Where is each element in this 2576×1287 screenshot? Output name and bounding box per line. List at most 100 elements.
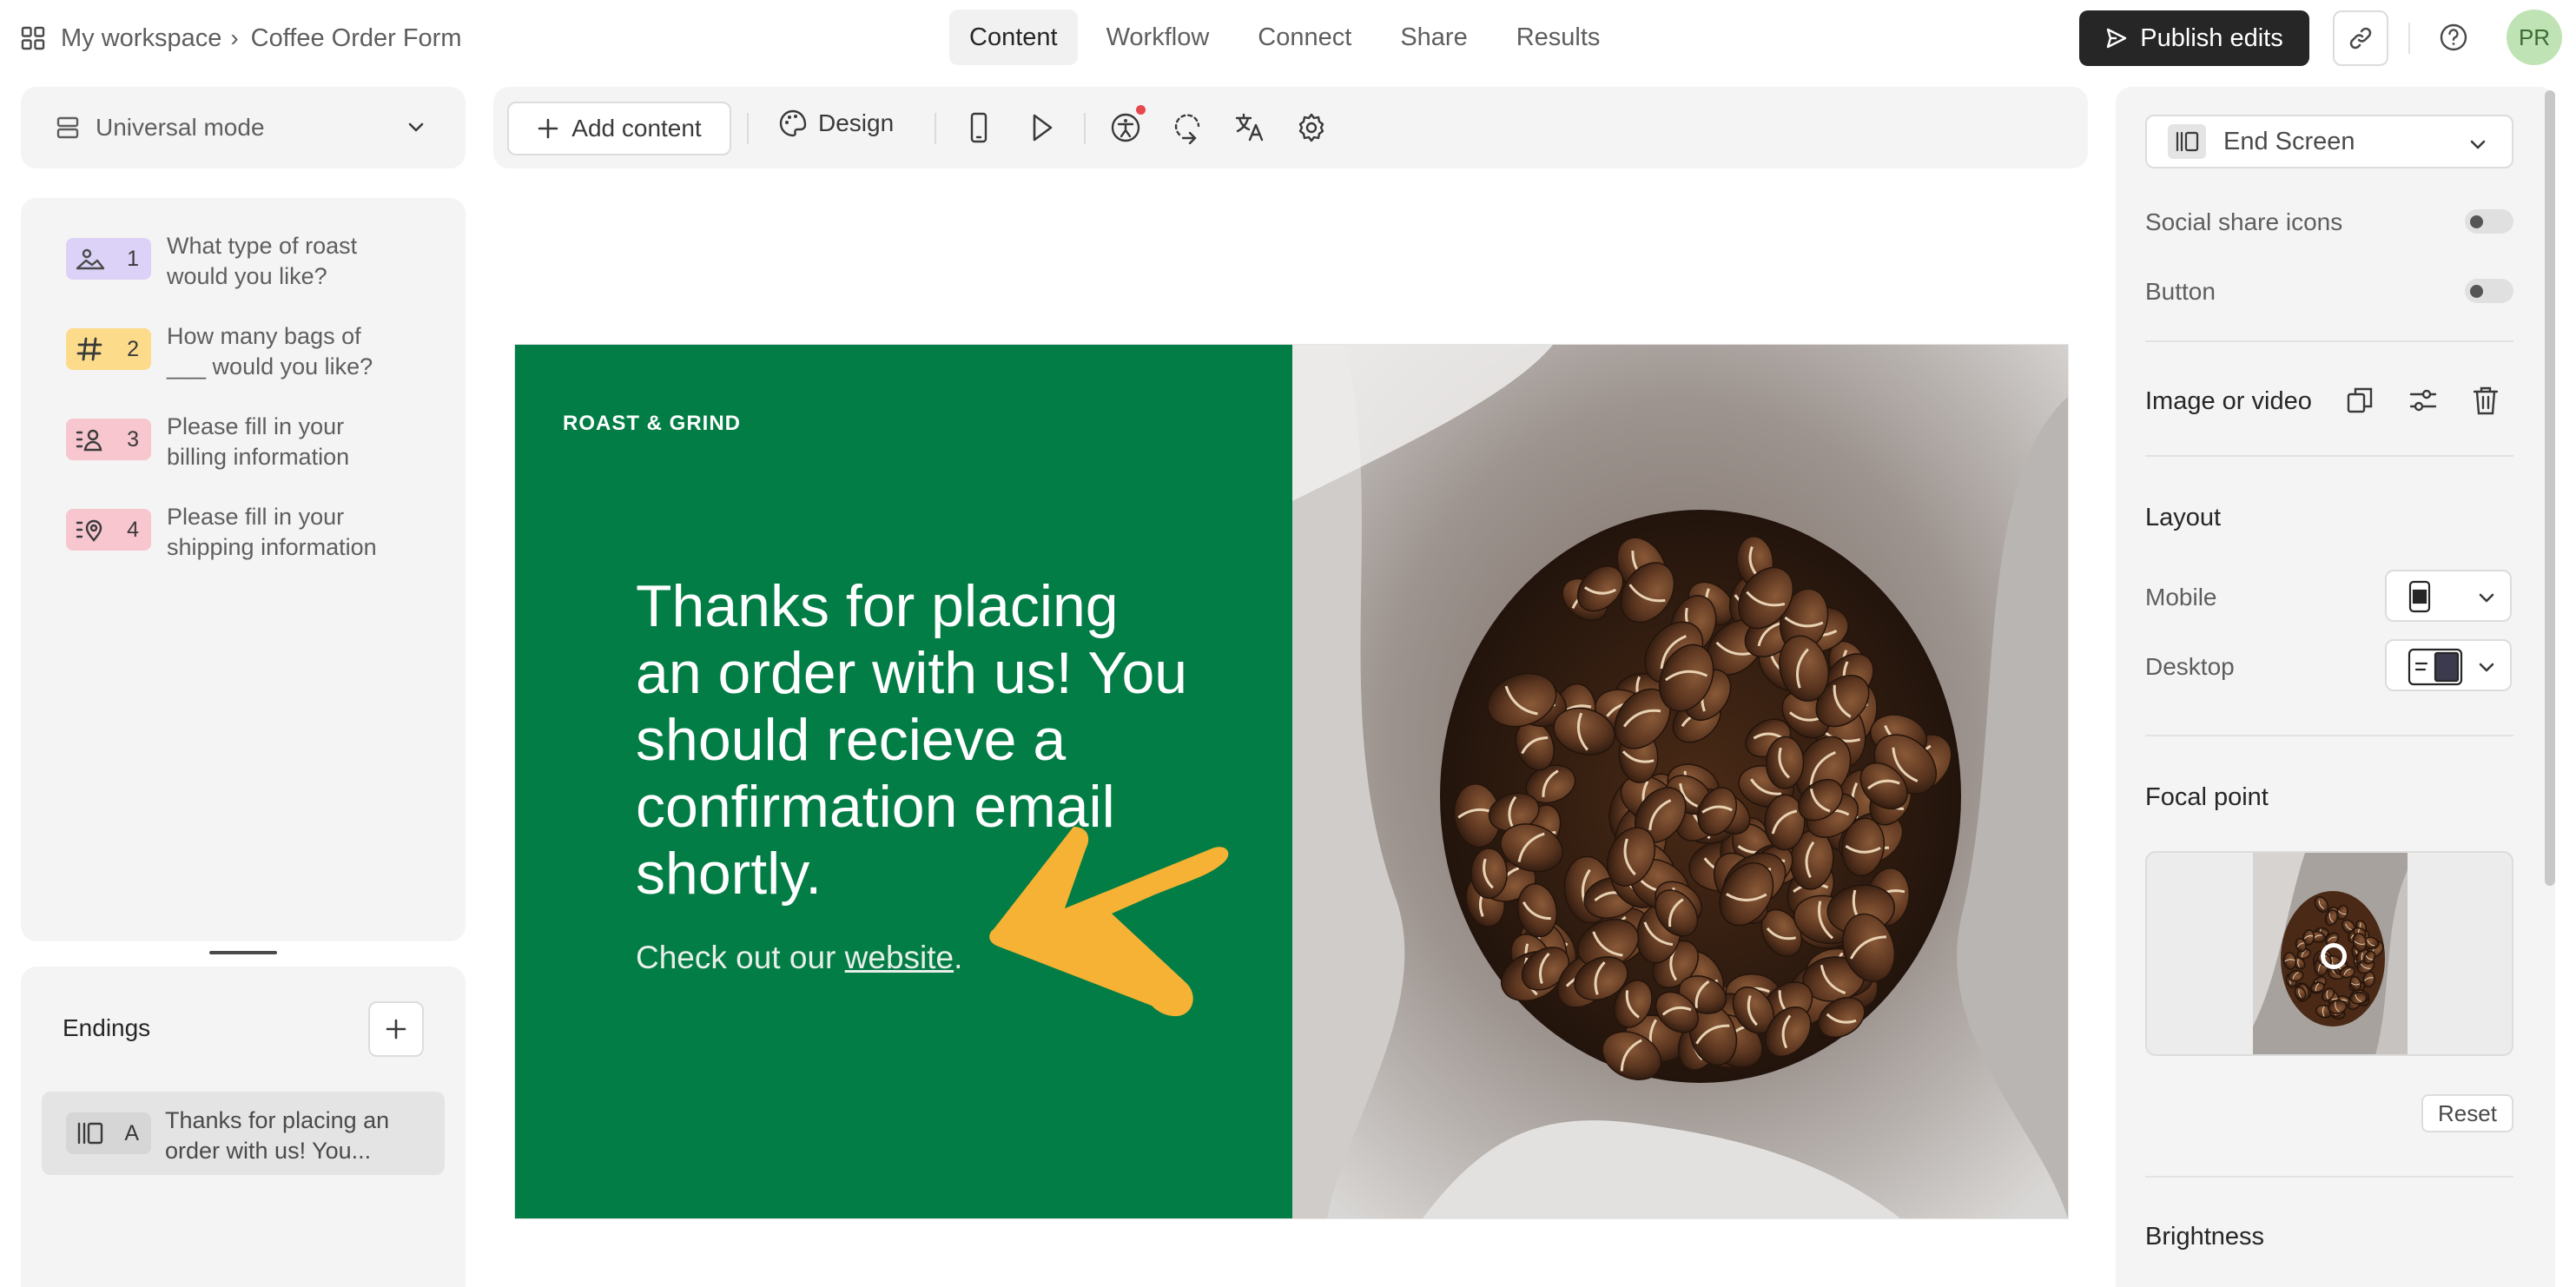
chevron-down-icon: [2467, 133, 2489, 155]
editor-toolbar: [493, 87, 2088, 168]
avatar[interactable]: PR: [2507, 10, 2562, 65]
desktop-layout-label: Desktop: [2145, 653, 2235, 680]
help-icon[interactable]: [2439, 23, 2468, 52]
breadcrumb-workspace-link[interactable]: My workspace: [61, 24, 221, 53]
accessibility-icon[interactable]: [1110, 111, 1141, 144]
mode-selector[interactable]: Universal mode: [21, 87, 466, 168]
breadcrumb-separator: ›: [230, 24, 239, 51]
contact-info-icon: [75, 426, 106, 452]
focal-point-marker[interactable]: [2321, 943, 2347, 969]
list-item[interactable]: 4 Please fill in your shipping informati…: [66, 504, 393, 563]
mobile-layout-label: Mobile: [2145, 584, 2217, 610]
publish-label: Publish edits: [2140, 23, 2283, 52]
list-item[interactable]: 2 How many bags of ___ would you like?: [66, 323, 393, 382]
form-name[interactable]: Coffee Order Form: [251, 24, 462, 53]
desktop-layout-select[interactable]: [2385, 639, 2512, 691]
workspace-grid-icon[interactable]: [21, 26, 45, 50]
toolbar-divider: [747, 113, 749, 144]
button-toggle[interactable]: [2465, 279, 2513, 303]
design-button[interactable]: Design: [778, 109, 894, 138]
question-text: How many bags of ___ would you like?: [167, 323, 373, 380]
copy-link-button[interactable]: [2333, 10, 2388, 66]
picture-choice-icon: [75, 246, 106, 272]
panel-scrollbar[interactable]: [2545, 90, 2555, 886]
subtext-suffix: .: [954, 940, 963, 975]
ending-letter: A: [124, 1120, 139, 1145]
tab-content[interactable]: Content: [949, 10, 1078, 65]
mode-icon: [56, 116, 80, 140]
focal-point-title: Focal point: [2145, 783, 2269, 811]
brightness-title: Brightness: [2145, 1223, 2265, 1251]
link-icon: [2347, 24, 2375, 52]
coffee-beans-image: [1292, 345, 2068, 1218]
main-nav: Content Workflow Connect Share Results: [949, 10, 1628, 65]
plus-icon: [537, 117, 571, 140]
section-divider: [2145, 1176, 2513, 1178]
send-icon: [2105, 27, 2140, 50]
toolbar-divider: [1084, 113, 1086, 144]
end-screen-icon: [2168, 124, 2206, 159]
list-item[interactable]: 1 What type of roast would you like?: [66, 233, 393, 292]
brand-logo: ROAST & GRIND: [563, 412, 741, 435]
social-share-label: Social share icons: [2145, 208, 2343, 235]
mobile-preview-icon[interactable]: [964, 111, 994, 144]
list-item[interactable]: 3 Please fill in your billing informatio…: [66, 413, 393, 472]
chevron-down-icon: [2475, 586, 2498, 609]
notification-dot: [1136, 105, 1146, 115]
website-link[interactable]: website: [845, 940, 954, 975]
question-list: 1 What type of roast would you like? 2 H…: [21, 198, 466, 941]
ending-badge: A: [66, 1112, 151, 1154]
panel-resize-handle[interactable]: [209, 951, 277, 954]
mode-label: Universal mode: [96, 114, 265, 141]
plus-icon: [384, 1017, 408, 1041]
button-label: Button: [2145, 278, 2216, 305]
mobile-layout-icon: [2406, 580, 2434, 613]
tab-share[interactable]: Share: [1380, 10, 1487, 65]
palette-icon: [778, 109, 818, 138]
settings-gear-icon[interactable]: [1296, 111, 1327, 144]
coffee-bean-graphic: [1470, 848, 1508, 900]
social-share-toggle[interactable]: [2465, 209, 2513, 234]
reset-button[interactable]: Reset: [2421, 1094, 2513, 1132]
focal-point-picker[interactable]: [2145, 851, 2513, 1056]
section-divider: [2145, 455, 2513, 457]
play-icon[interactable]: [1027, 111, 1056, 144]
replace-media-icon[interactable]: [2345, 384, 2376, 417]
question-number: 2: [127, 336, 139, 361]
breadcrumb: My workspace › Coffee Order Form: [21, 23, 461, 54]
question-number: 4: [127, 517, 139, 542]
hash-icon: [75, 336, 106, 362]
image-or-video-label: Image or video: [2145, 387, 2312, 415]
mobile-layout-select[interactable]: [2385, 570, 2512, 622]
trash-icon[interactable]: [2470, 384, 2501, 417]
logic-icon[interactable]: [1172, 111, 1204, 144]
tab-workflow[interactable]: Workflow: [1087, 10, 1230, 65]
chevron-down-icon: [2475, 656, 2498, 678]
question-number: 1: [127, 246, 139, 271]
publish-button[interactable]: Publish edits: [2079, 10, 2309, 66]
end-screen-subtext[interactable]: Check out our website.: [636, 940, 962, 976]
question-text: Please fill in your billing information: [167, 413, 350, 470]
question-text: What type of roast would you like?: [167, 233, 358, 289]
arrow-annotation-icon: [981, 818, 1233, 1026]
translate-icon[interactable]: [1233, 111, 1265, 144]
adjust-sliders-icon[interactable]: [2408, 384, 2439, 417]
layout-title: Layout: [2145, 504, 2222, 531]
toolbar-divider: [935, 113, 936, 144]
section-divider: [2145, 735, 2513, 736]
question-number: 3: [127, 426, 139, 452]
desktop-layout-icon: [2408, 648, 2463, 686]
add-ending-button[interactable]: [368, 1001, 424, 1057]
ending-item[interactable]: A Thanks for placing an order with us! Y…: [42, 1092, 445, 1175]
ending-type-select[interactable]: End Screen: [2145, 115, 2513, 168]
end-screen-icon: [75, 1120, 106, 1146]
endings-title: Endings: [63, 1014, 151, 1041]
question-badge: 2: [66, 328, 151, 370]
question-badge: 1: [66, 238, 151, 280]
header-divider: [2408, 23, 2410, 54]
design-label: Design: [818, 109, 895, 136]
tab-connect[interactable]: Connect: [1238, 10, 1371, 65]
chevron-down-icon: [405, 116, 427, 138]
tab-results[interactable]: Results: [1496, 10, 1621, 65]
add-content-button[interactable]: Add content: [507, 102, 731, 155]
